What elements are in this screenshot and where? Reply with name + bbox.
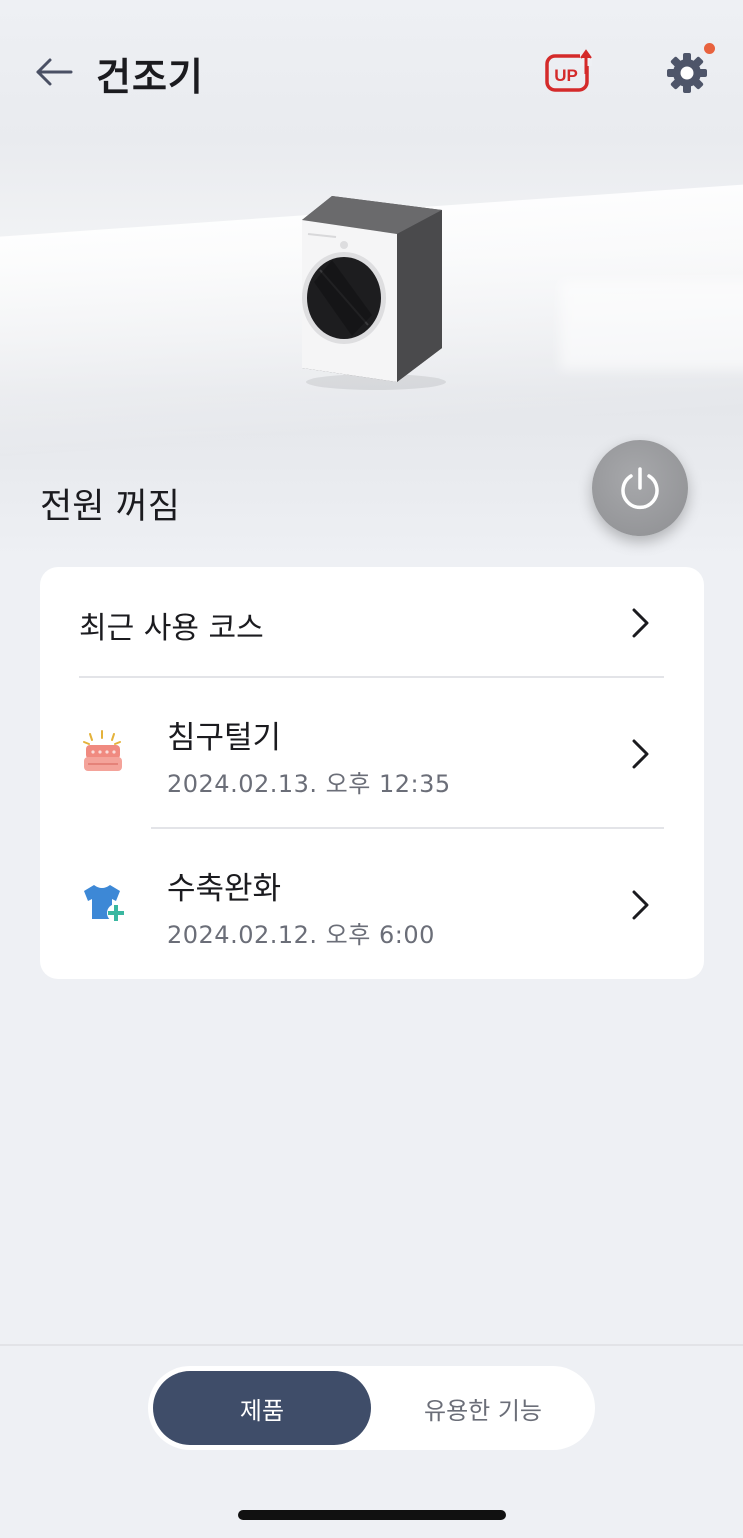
top-bar: 건조기 UP bbox=[0, 0, 743, 140]
recent-courses-label: 최근 사용 코스 bbox=[79, 611, 264, 646]
tab-product[interactable]: 제품 bbox=[153, 1371, 371, 1445]
recent-courses-card: 최근 사용 코스 침구털기 2024.02.13. 오후 12:35 수축완화 … bbox=[40, 567, 704, 979]
recent-courses-header[interactable]: 최근 사용 코스 bbox=[40, 567, 704, 677]
power-button[interactable] bbox=[592, 440, 688, 536]
shirt-plus-icon bbox=[80, 879, 128, 927]
chevron-right-icon bbox=[632, 608, 649, 638]
course-date: 2024.02.13. 오후 12:35 bbox=[167, 770, 451, 798]
up-button[interactable]: UP bbox=[544, 48, 594, 94]
svg-text:UP: UP bbox=[554, 66, 578, 85]
bottom-tab-switcher: 제품 유용한 기능 bbox=[148, 1366, 595, 1450]
settings-button[interactable] bbox=[664, 50, 710, 96]
bedding-icon bbox=[80, 728, 128, 776]
course-item-shrink-relief[interactable]: 수축완화 2024.02.12. 오후 6:00 bbox=[40, 829, 704, 979]
dryer-illustration bbox=[292, 190, 452, 395]
power-status: 전원 꺼짐 bbox=[40, 487, 180, 527]
chevron-right-icon bbox=[632, 739, 649, 769]
notification-dot bbox=[704, 43, 715, 54]
back-button[interactable] bbox=[34, 52, 78, 92]
course-item-bedding[interactable]: 침구털기 2024.02.13. 오후 12:35 bbox=[40, 678, 704, 828]
gear-icon bbox=[667, 53, 707, 93]
course-name: 침구털기 bbox=[167, 720, 282, 756]
course-name: 수축완화 bbox=[167, 871, 282, 907]
power-icon bbox=[621, 467, 659, 510]
tab-useful-features[interactable]: 유용한 기능 bbox=[376, 1371, 590, 1445]
chevron-right-icon bbox=[632, 890, 649, 920]
up-badge-icon: UP bbox=[545, 49, 592, 92]
course-date: 2024.02.12. 오후 6:00 bbox=[167, 921, 435, 949]
arrow-left-icon bbox=[36, 58, 73, 86]
home-indicator bbox=[238, 1510, 506, 1520]
page-title: 건조기 bbox=[96, 55, 204, 99]
